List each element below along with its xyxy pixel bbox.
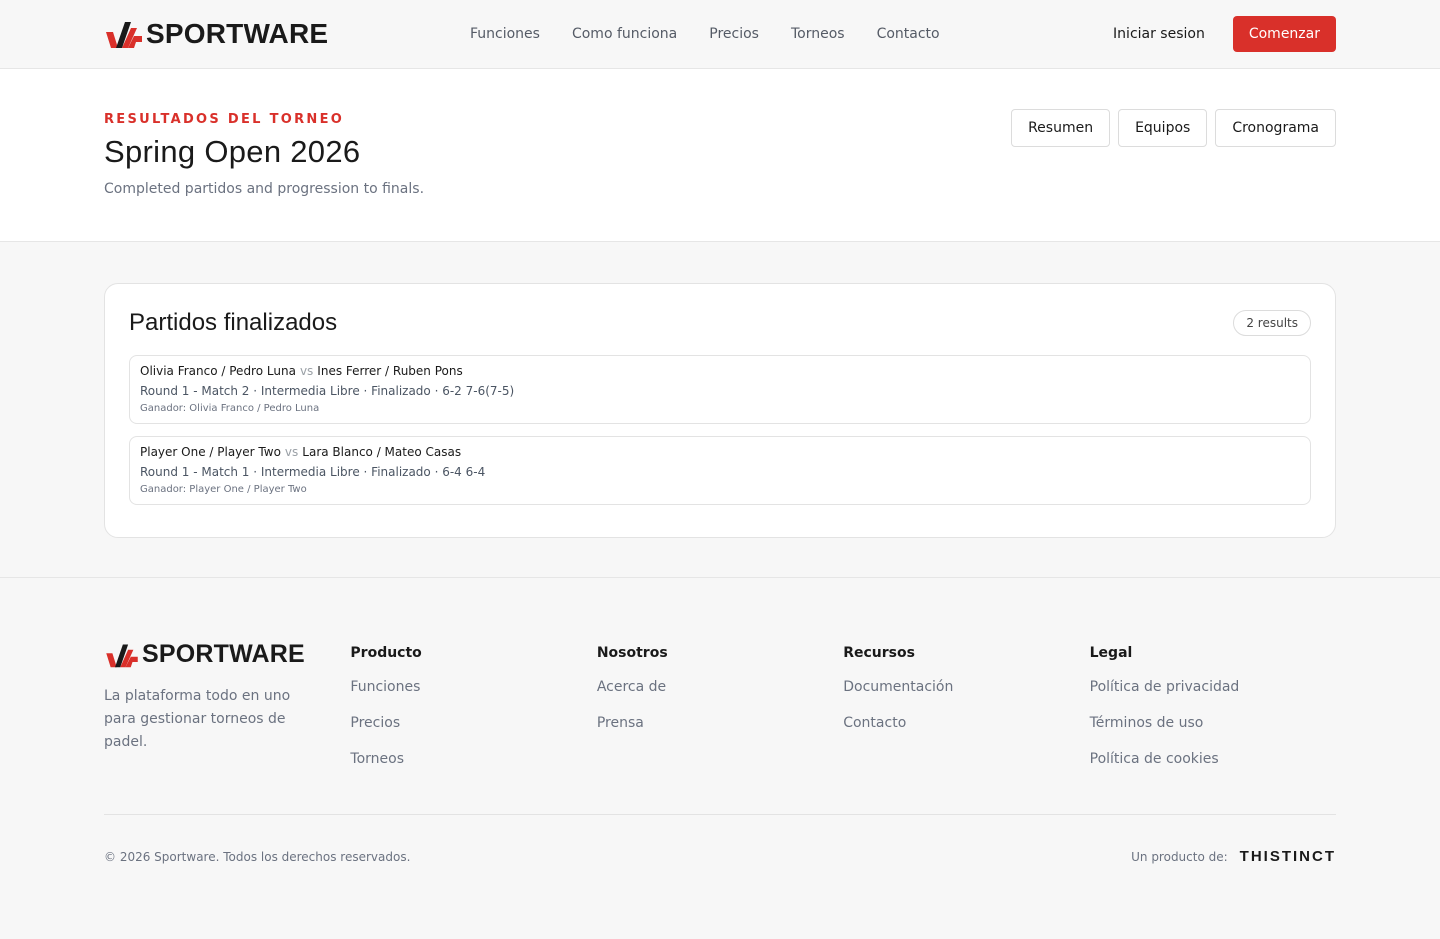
tab-cronograma[interactable]: Cronograma — [1215, 109, 1336, 147]
footer-link-terminos[interactable]: Términos de uso — [1090, 715, 1336, 751]
card-header: Partidos finalizados 2 results — [129, 309, 1311, 337]
match-winner: Ganador: Player One / Player Two — [140, 484, 307, 495]
footer-brand: SPORTWARE La plataforma todo en uno para… — [104, 640, 350, 787]
footer-column-title: Legal — [1089, 645, 1133, 661]
match-teams: Player One / Player Two vs Lara Blanco / M… — [140, 445, 1300, 459]
card-title: Partidos finalizados — [129, 309, 338, 336]
product-by: Un producto de: THISTINCT — [1131, 848, 1336, 865]
finished-matches-card: Partidos finalizados 2 results Olivia Fr… — [104, 283, 1336, 538]
tab-equipos[interactable]: Equipos — [1118, 109, 1208, 147]
page-subtitle: Completed partidos and progression to fi… — [104, 181, 425, 197]
sportware-logo-mark-icon — [106, 22, 142, 48]
footer-link-torneos[interactable]: Torneos — [350, 751, 596, 787]
footer-column-nosotros: Nosotros Acerca de Prensa — [597, 640, 843, 787]
footer-column-title: Producto — [350, 645, 422, 661]
footer-column-recursos: Recursos Documentación Contacto — [843, 640, 1089, 787]
tab-resumen[interactable]: Resumen — [1011, 109, 1111, 147]
footer-bottom: © 2026 Sportware. Todos los derechos res… — [104, 814, 1336, 898]
results-count-badge: 2 results — [1233, 310, 1311, 336]
get-started-button[interactable]: Comenzar — [1232, 16, 1336, 52]
footer-column-title: Nosotros — [596, 645, 668, 661]
match-row[interactable]: Olivia Franco / Pedro Luna vs Ines Ferrer … — [129, 355, 1311, 424]
main-nav: Funciones Como funciona Precios Torneos … — [470, 26, 940, 42]
tournament-hero: RESULTADOS DEL TORNEO Spring Open 2026 C… — [0, 69, 1440, 242]
logo-text: SPORTWARE — [142, 640, 305, 668]
footer-column-producto: Producto Funciones Precios Torneos — [350, 640, 596, 787]
footer-link-prensa[interactable]: Prensa — [597, 715, 843, 751]
tournament-tabs: Resumen Equipos Cronograma — [1011, 109, 1336, 147]
team-b: Ines Ferrer / Ruben Pons — [317, 364, 463, 378]
team-b: Lara Blanco / Mateo Casas — [302, 445, 462, 459]
copyright: © 2026 Sportware. Todos los derechos res… — [104, 849, 411, 864]
main-content: Partidos finalizados 2 results Olivia Fr… — [0, 242, 1440, 578]
footer-link-documentacion[interactable]: Documentación — [843, 679, 1089, 715]
footer-link-acerca-de[interactable]: Acerca de — [597, 679, 843, 715]
footer-column-legal: Legal Política de privacidad Términos de… — [1090, 640, 1336, 787]
nav-link-contacto[interactable]: Contacto — [877, 26, 940, 42]
header-actions: Iniciar sesion Comenzar — [1113, 16, 1336, 52]
footer-link-precios[interactable]: Precios — [350, 715, 596, 751]
company-logo[interactable]: THISTINCT — [1240, 848, 1336, 865]
nav-link-como-funciona[interactable]: Como funciona — [572, 26, 677, 42]
team-a: Player One / Player Two — [140, 445, 281, 459]
footer-link-contacto[interactable]: Contacto — [843, 715, 1089, 751]
match-list: Olivia Franco / Pedro Luna vs Ines Ferrer … — [129, 355, 1311, 505]
footer-link-funciones[interactable]: Funciones — [350, 679, 596, 715]
footer-description: La plataforma todo en uno para gestionar… — [104, 688, 291, 750]
sportware-logo-mark-icon — [106, 644, 138, 667]
login-link[interactable]: Iniciar sesion — [1113, 26, 1205, 42]
match-row[interactable]: Player One / Player Two vs Lara Blanco / M… — [129, 436, 1311, 505]
nav-link-funciones[interactable]: Funciones — [470, 26, 540, 42]
vs-label: vs — [299, 364, 314, 378]
logo-text: SPORTWARE — [146, 18, 329, 49]
footer-grid: SPORTWARE La plataforma todo en uno para… — [104, 640, 1336, 787]
vs-label: vs — [284, 445, 299, 459]
footer-link-privacidad[interactable]: Política de privacidad — [1090, 679, 1336, 715]
match-meta: Round 1 - Match 2 · Intermedia Libre · F… — [140, 384, 515, 398]
nav-link-precios[interactable]: Precios — [709, 26, 759, 42]
match-meta: Round 1 - Match 1 · Intermedia Libre · F… — [140, 465, 486, 479]
site-footer: SPORTWARE La plataforma todo en uno para… — [0, 578, 1440, 898]
match-winner: Ganador: Olivia Franco / Pedro Luna — [140, 403, 320, 414]
nav-link-torneos[interactable]: Torneos — [791, 26, 845, 42]
top-navbar: SPORTWARE Funciones Como funciona Precio… — [0, 0, 1440, 69]
footer-sportware-logo[interactable]: SPORTWARE — [104, 640, 350, 669]
product-by-label: Un producto de: — [1131, 849, 1228, 864]
team-a: Olivia Franco / Pedro Luna — [140, 364, 296, 378]
footer-column-title: Recursos — [843, 645, 915, 661]
match-teams: Olivia Franco / Pedro Luna vs Ines Ferrer … — [140, 364, 1300, 378]
sportware-logo[interactable]: SPORTWARE — [104, 18, 328, 50]
footer-link-cookies[interactable]: Política de cookies — [1090, 751, 1336, 787]
